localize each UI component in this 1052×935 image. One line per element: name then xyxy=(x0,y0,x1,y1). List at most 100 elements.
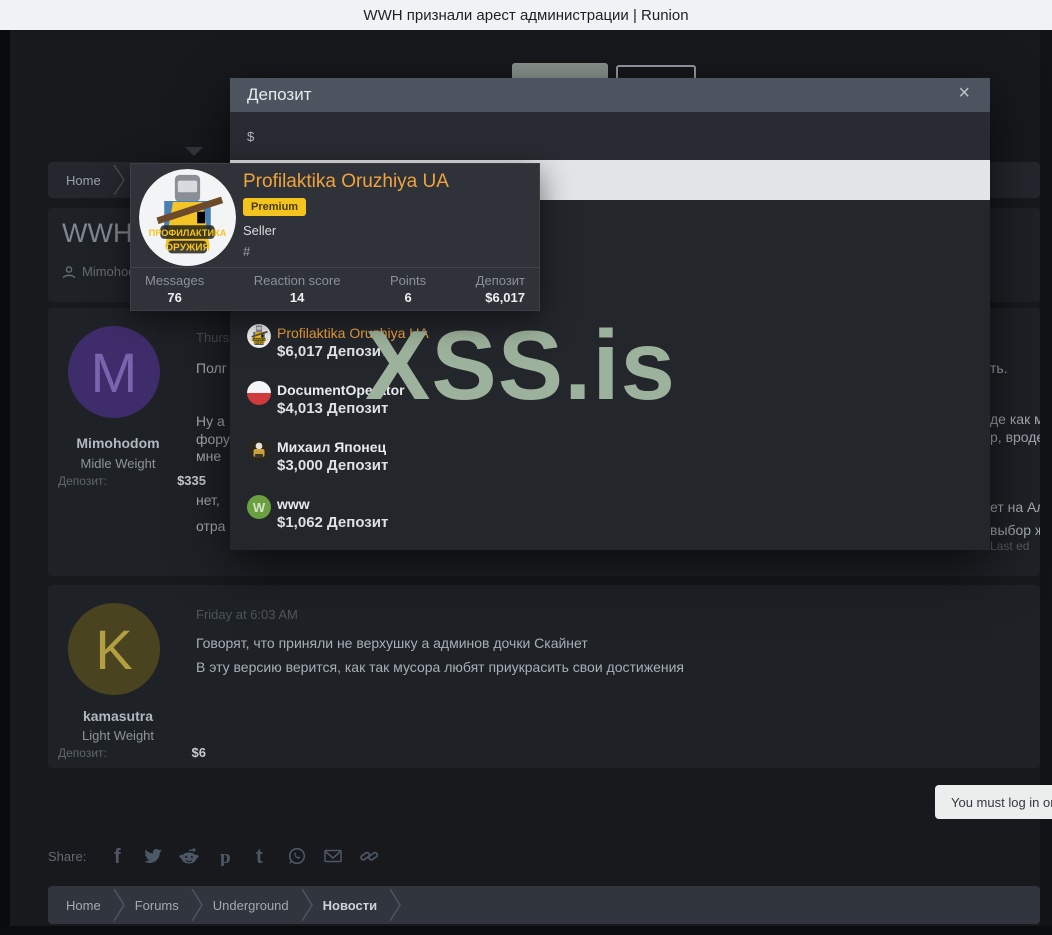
background-secondary-button[interactable] xyxy=(616,65,696,78)
pinterest-icon[interactable]: p xyxy=(214,845,236,867)
modal-title: Депозит xyxy=(247,85,312,104)
post-kamasutra: K kamasutra Light Weight Депозит: $6 Fri… xyxy=(48,585,1040,768)
modal-header: Депозит × xyxy=(230,78,990,112)
deposit-amount: $1,062 Депозит xyxy=(277,514,389,531)
background-primary-button[interactable] xyxy=(512,63,608,78)
profilaktika-avatar[interactable] xyxy=(139,169,236,266)
post-author[interactable]: Mimohodom xyxy=(48,435,188,451)
stat-value: $6,017 xyxy=(485,290,525,305)
deposit-amount: $4,013 Депозит xyxy=(277,400,389,417)
post-text: В эту версию верится, как так мусора люб… xyxy=(196,659,685,675)
breadcrumb-bottom: Home Forums Underground Новости xyxy=(48,886,1040,924)
email-icon[interactable] xyxy=(322,845,344,867)
member-stats: Messages 76 Reaction score 14 Points 6 Д… xyxy=(131,267,539,311)
deposit-amount-input[interactable]: $ xyxy=(230,112,990,160)
post-text: Полг xyxy=(196,360,227,376)
post-text: Говорят, что приняли не верхушку а админ… xyxy=(196,635,588,651)
post-text-right-fragments: ть. де как мо р, вроде ет на Аля выбор ж… xyxy=(990,308,1040,576)
chevron-right-icon xyxy=(113,889,125,921)
avatar[interactable]: K xyxy=(68,603,160,695)
breadcrumb-home[interactable]: Home xyxy=(62,173,113,188)
post-text: мне xyxy=(196,448,222,464)
breadcrumb-novosti[interactable]: Новости xyxy=(319,898,390,913)
post-text: ть. xyxy=(990,360,1008,376)
post-timestamp: Thurs xyxy=(196,330,230,345)
avatar xyxy=(247,438,271,462)
tooltip-arrow xyxy=(185,147,203,156)
avatar-letter: W xyxy=(252,499,266,515)
deposit-user-link[interactable]: www xyxy=(277,496,310,512)
stat-messages: Messages 76 xyxy=(145,273,204,311)
deposit-amount: $6,017 Депозит xyxy=(277,343,389,360)
post-text: р, вроде xyxy=(990,429,1040,445)
share-label: Share: xyxy=(48,848,87,864)
post-text: нет, xyxy=(196,492,220,508)
post-text: фору xyxy=(196,431,230,447)
twitter-icon[interactable] xyxy=(142,845,164,867)
link-icon[interactable] xyxy=(358,845,380,867)
left-edge xyxy=(0,30,10,935)
post-text: отра xyxy=(196,518,226,534)
stat-label: Points xyxy=(390,273,427,288)
close-icon[interactable]: × xyxy=(958,82,970,105)
member-name-link[interactable]: Profilaktika Oruzhiya UA xyxy=(243,171,449,193)
avatar xyxy=(247,381,271,405)
post-text: ет на Аля xyxy=(990,499,1040,515)
chevron-right-icon xyxy=(389,889,402,921)
premium-badge: Premium xyxy=(243,198,307,216)
stat-reaction-score: Reaction score 14 xyxy=(254,273,341,311)
breadcrumb-underground[interactable]: Underground xyxy=(209,898,301,913)
tumblr-icon[interactable]: t xyxy=(250,845,272,867)
deposit-label: Депозит: xyxy=(58,474,107,488)
deposit-list-item: Profilaktika Oruzhiya UA $6,017 Депозит xyxy=(247,324,667,366)
post-text-left-fragments: Thurs Полг Ну а фору мне нет, отра xyxy=(196,308,232,576)
facebook-icon[interactable]: f xyxy=(106,845,128,867)
avatar-letter: K xyxy=(95,617,133,681)
chevron-right-icon xyxy=(113,165,125,195)
stat-points: Points 6 xyxy=(390,273,426,311)
stat-label: Депозит xyxy=(475,273,525,288)
deposit-user-link[interactable]: Михаил Японец xyxy=(277,439,386,455)
last-edited-label: Last ed xyxy=(990,539,1030,553)
deposit-user-link[interactable]: DocumentOperator xyxy=(277,382,405,398)
member-hash: # xyxy=(243,244,251,259)
post-text: Ну а xyxy=(196,413,225,429)
breadcrumb-home[interactable]: Home xyxy=(62,898,113,913)
avatar[interactable]: M xyxy=(68,326,160,418)
breadcrumb-forums[interactable]: Forums xyxy=(131,898,191,913)
chevron-right-icon xyxy=(301,889,313,921)
post-author-rank: Midle Weight xyxy=(80,456,156,471)
post-author[interactable]: kamasutra xyxy=(48,708,188,724)
stat-label: Messages xyxy=(145,273,205,288)
svg-text:f: f xyxy=(114,846,121,866)
stat-deposit: Депозит $6,017 xyxy=(476,273,525,311)
deposit-value: $6 xyxy=(191,745,206,760)
deposit-list-item: Михаил Японец $3,000 Депозит xyxy=(247,438,667,480)
reddit-icon[interactable] xyxy=(178,845,200,867)
deposit-user-link[interactable]: Profilaktika Oruzhiya UA xyxy=(277,325,429,341)
post-author-rank: Light Weight xyxy=(81,728,155,743)
deposit-list-item: W www $1,062 Депозит xyxy=(247,495,667,537)
deposit-list-item: DocumentOperator $4,013 Депозит xyxy=(247,381,667,423)
window-title: WWH признали арест администрации | Runio… xyxy=(363,6,689,24)
svg-text:t: t xyxy=(256,846,263,866)
avatar xyxy=(247,324,271,348)
avatar: W xyxy=(247,495,271,519)
avatar-letter: M xyxy=(90,340,138,404)
stat-value: 14 xyxy=(289,290,305,305)
login-notice[interactable]: You must log in or xyxy=(935,785,1052,819)
deposit-label: Депозит: xyxy=(58,746,107,760)
currency-prefix: $ xyxy=(247,128,255,144)
stat-label: Reaction score xyxy=(253,273,341,288)
stat-value: 6 xyxy=(404,290,412,305)
whatsapp-icon[interactable] xyxy=(286,845,308,867)
deposit-amount: $3,000 Депозит xyxy=(277,457,389,474)
svg-text:p: p xyxy=(220,847,231,866)
member-tooltip-card: Profilaktika Oruzhiya UA Premium Seller … xyxy=(130,163,540,311)
share-row: Share: f p t xyxy=(48,841,380,871)
login-notice-text: You must log in or xyxy=(951,794,1052,810)
post-text: де как мо xyxy=(990,411,1040,427)
screen: WWH признали арест администрации | Runio… xyxy=(0,0,1052,935)
chevron-right-icon xyxy=(191,889,203,921)
member-role: Seller xyxy=(243,223,277,238)
